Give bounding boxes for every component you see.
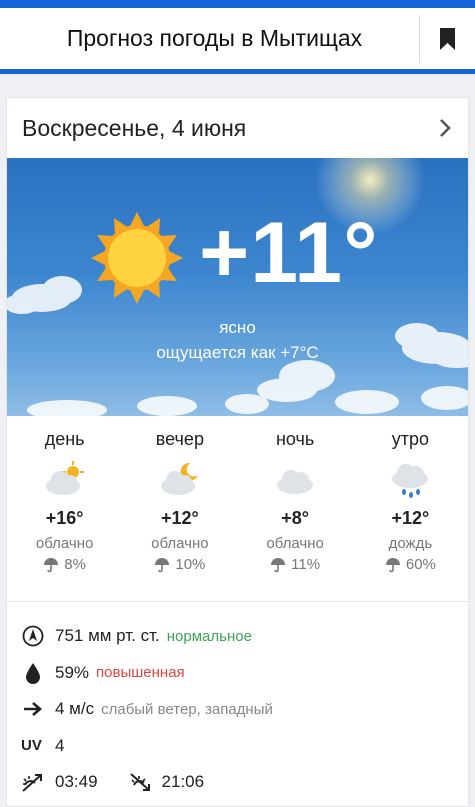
- precip-value: 60%: [405, 556, 436, 573]
- period-name: утро: [391, 429, 429, 449]
- sunset-icon: [129, 773, 150, 792]
- wind-desc: слабый ветер, западный: [101, 700, 273, 718]
- top-accent-bar: [0, 0, 475, 8]
- uv-row: UV 4: [21, 728, 468, 765]
- bookmark-button[interactable]: [420, 8, 475, 69]
- sunset-time: 21:06: [161, 772, 205, 792]
- period-day: день +16° облачно 8%: [7, 416, 122, 601]
- app-header: Прогноз погоды в Мытищах: [0, 8, 475, 74]
- period-precip: 10%: [154, 556, 205, 573]
- umbrella-icon: [271, 557, 286, 572]
- period-name: вечер: [155, 429, 204, 449]
- sun-icon: [91, 212, 183, 304]
- uv-label: UV: [21, 737, 42, 755]
- cloud-icon: [277, 470, 314, 494]
- period-temp: +16°: [45, 508, 84, 528]
- droplet-icon: [26, 662, 40, 684]
- umbrella-icon: [155, 557, 170, 572]
- period-temp: +8°: [281, 508, 309, 528]
- period-name: ночь: [275, 429, 315, 449]
- period-morning: утро +12° дождь 60%: [353, 416, 468, 601]
- current-weather-panel: +11° ясно ощущается как +7°C: [7, 158, 468, 416]
- precip-value: 8%: [64, 556, 86, 573]
- period-desc: облачно: [151, 535, 209, 552]
- pressure-status: нормальное: [166, 627, 252, 645]
- partly-cloudy-night-icon: [160, 462, 198, 495]
- pressure-value: 751 мм рт. ст.: [55, 626, 160, 646]
- humidity-status: повышенная: [96, 664, 185, 682]
- wind-value: 4 м/с: [55, 699, 95, 719]
- compass-icon: [22, 625, 44, 647]
- current-temperature: +11°: [199, 205, 379, 301]
- uv-value: 4: [55, 735, 65, 755]
- feels-like: ощущается как +7°C: [156, 343, 319, 362]
- period-name: день: [44, 429, 85, 449]
- humidity-value: 59%: [55, 662, 90, 682]
- precip-value: 10%: [175, 556, 206, 573]
- period-temp: +12°: [391, 508, 430, 528]
- wind-direction-icon: [24, 702, 42, 717]
- day-title: Воскресенье, 4 июня: [22, 114, 247, 141]
- umbrella-icon: [44, 557, 59, 572]
- sunset-block: 21:06: [128, 771, 205, 793]
- partly-cloudy-day-icon: [45, 461, 84, 495]
- sunrise-time: 03:49: [55, 772, 98, 792]
- sunrise-icon: [22, 774, 42, 792]
- period-forecast: день +16° облачно 8% вечер +12° облачно …: [7, 416, 468, 602]
- precip-value: 11%: [291, 556, 321, 573]
- umbrella-icon: [385, 557, 400, 572]
- wind-row: 4 м/с слабый ветер, западный: [21, 691, 468, 728]
- period-desc: дождь: [388, 535, 433, 552]
- page-title: Прогноз погоды в Мытищах: [66, 25, 363, 51]
- period-desc: облачно: [35, 535, 94, 552]
- day-header[interactable]: Воскресенье, 4 июня: [7, 98, 468, 158]
- weather-details: 751 мм рт. ст. нормальное 59% повышенная…: [7, 602, 468, 801]
- chevron-right-icon[interactable]: [438, 117, 452, 139]
- forecast-card: Воскресенье, 4 июня +11° ясно ощущается …: [6, 97, 469, 807]
- period-temp: +12°: [161, 508, 199, 528]
- sun-times-row: 03:49 21:06: [21, 764, 468, 801]
- period-desc: облачно: [266, 535, 324, 552]
- period-precip: 11%: [270, 556, 320, 573]
- humidity-row: 59% повышенная: [21, 655, 468, 692]
- period-night: ночь +8° облачно 11%: [238, 416, 353, 601]
- rain-cloud-icon: [392, 464, 429, 498]
- period-precip: 8%: [43, 556, 86, 573]
- period-precip: 60%: [385, 556, 436, 573]
- current-condition: ясно: [219, 318, 256, 337]
- period-evening: вечер +12° облачно 10%: [122, 416, 237, 601]
- bookmark-icon: [440, 27, 455, 50]
- pressure-row: 751 мм рт. ст. нормальное: [21, 618, 468, 655]
